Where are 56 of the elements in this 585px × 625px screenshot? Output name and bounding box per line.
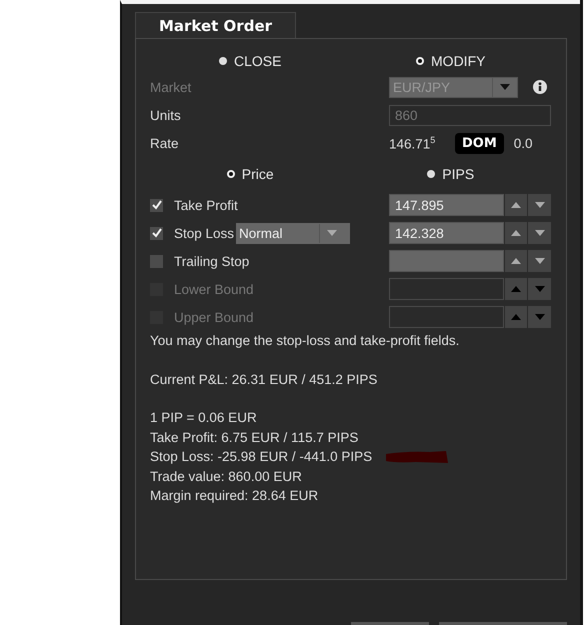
down-arrow-icon	[327, 230, 338, 236]
checkbox[interactable]	[150, 226, 163, 240]
order-label: Upper Bound	[174, 310, 254, 324]
step-down-button[interactable]	[528, 194, 551, 216]
down-arrow-icon	[534, 314, 545, 320]
spread-value: 0.0	[514, 136, 533, 150]
step-up-button[interactable]	[504, 222, 528, 244]
radio-button[interactable]: MODIFY	[350, 53, 551, 69]
detail-text: Margin required: 28.64 EUR	[150, 487, 318, 505]
up-arrow-icon	[510, 202, 521, 208]
up-arrow-icon	[510, 230, 521, 236]
step-down-button[interactable]	[528, 278, 551, 300]
step-up-button[interactable]	[504, 194, 528, 216]
up-arrow-icon	[510, 286, 521, 292]
step-up-button[interactable]	[504, 250, 528, 272]
checkbox[interactable]	[150, 198, 163, 212]
info-icon	[533, 80, 547, 94]
up-arrow-icon	[510, 314, 521, 320]
price-field[interactable]: 142.328	[389, 222, 504, 244]
detail-text: Trade value: 860.00 EUR	[150, 468, 302, 486]
radio-button[interactable]: PIPS	[350, 166, 551, 182]
field-label: Market	[150, 80, 192, 94]
step-down-button[interactable]	[528, 222, 551, 244]
order-label: Lower Bound	[174, 282, 254, 296]
price-field[interactable]	[389, 250, 504, 272]
stop-type-dropdown[interactable]: Normal	[236, 222, 350, 244]
price-field[interactable]: 147.895	[389, 194, 504, 216]
down-arrow-icon	[534, 202, 545, 208]
check-icon	[152, 200, 162, 210]
detail-text: Stop Loss: -25.98 EUR / -441.0 PIPS	[150, 448, 372, 466]
step-down-button[interactable]	[528, 306, 551, 328]
radio-button[interactable]: Price	[150, 166, 350, 182]
tab[interactable]: Market Order	[135, 12, 296, 38]
down-arrow-icon	[534, 258, 545, 264]
dom-button[interactable]: DOM	[455, 132, 504, 154]
field-label: Units	[150, 108, 182, 122]
redaction-mark	[386, 450, 448, 463]
order-label: Take Profit	[174, 198, 238, 212]
check-icon	[152, 228, 162, 238]
detail-text: Take Profit: 6.75 EUR / 115.7 PIPS	[150, 428, 358, 446]
detail-text: 1 PIP = 0.06 EUR	[150, 409, 257, 427]
step-down-button[interactable]	[528, 250, 551, 272]
radio-button[interactable]: CLOSE	[150, 53, 350, 69]
down-arrow-icon	[500, 84, 510, 90]
checkbox[interactable]	[150, 254, 163, 268]
down-arrow-icon	[534, 230, 545, 236]
order-label: Stop Loss	[174, 226, 234, 240]
order-label: Trailing Stop	[174, 254, 250, 268]
hint-text: You may change the stop-loss and take-profit fields.	[150, 332, 460, 350]
field-label: Rate	[150, 136, 180, 150]
profit-loss-text: Current P&L: 26.31 EUR / 451.2 PIPS	[150, 370, 378, 388]
price-field[interactable]	[389, 278, 504, 300]
down-arrow-icon	[534, 286, 545, 292]
price-field[interactable]	[389, 306, 504, 328]
rate-value: 146.71$^{5}$	[389, 134, 436, 152]
up-arrow-icon	[510, 258, 521, 264]
